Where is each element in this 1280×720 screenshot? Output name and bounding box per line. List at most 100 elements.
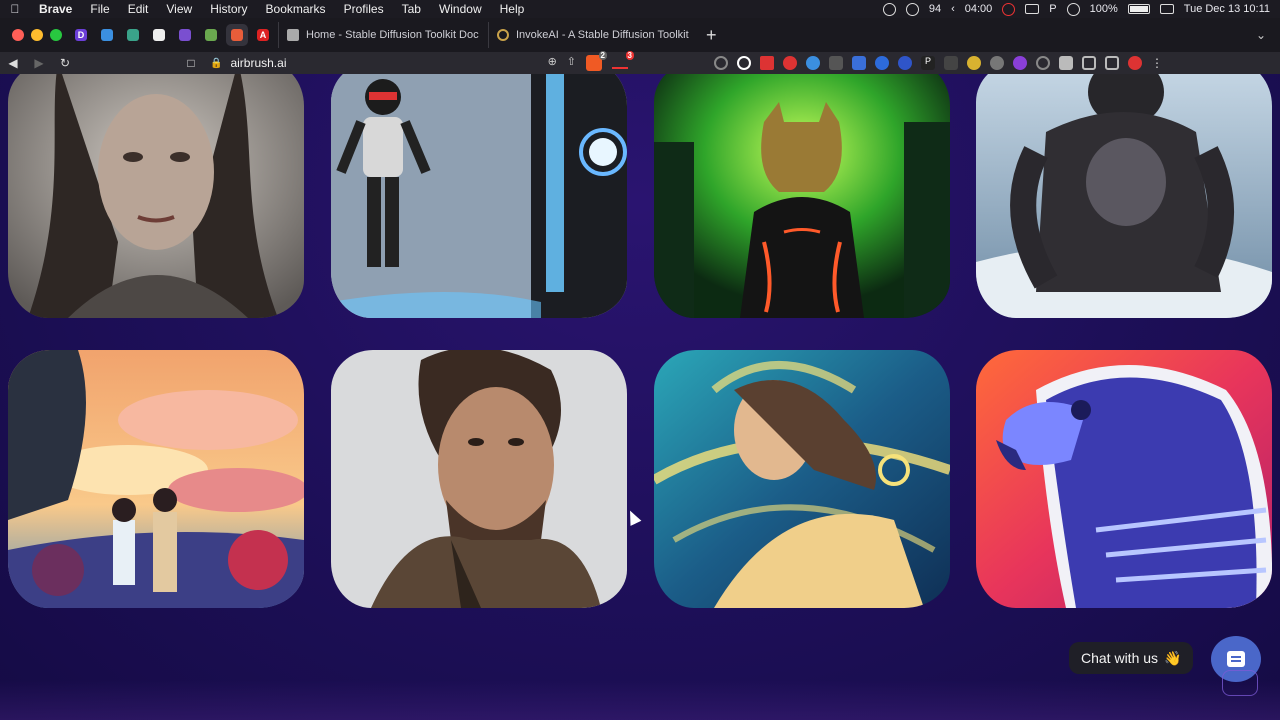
url-text[interactable]: airbrush.ai xyxy=(230,56,286,70)
close-window-button[interactable] xyxy=(12,29,24,41)
gallery-image-man-portrait[interactable] xyxy=(331,350,627,608)
gallery-image-astronaut-figure[interactable] xyxy=(331,74,627,318)
grey-extension-icon[interactable] xyxy=(944,56,958,70)
menu-help[interactable]: Help xyxy=(491,2,534,16)
tab-search-chevron-icon[interactable]: ⌄ xyxy=(1256,28,1266,42)
new-tab-plus-icon[interactable]: + xyxy=(706,25,717,46)
menu-bookmarks[interactable]: Bookmarks xyxy=(257,2,335,16)
gallery-image-glowing-woman[interactable] xyxy=(654,350,950,608)
bookmark-extension-icon[interactable] xyxy=(852,56,866,70)
rewards-badge: 3 xyxy=(625,51,634,60)
airbrush-icon xyxy=(231,29,243,41)
angular-icon: A xyxy=(257,29,269,41)
tray-timer[interactable]: 04:00 xyxy=(965,3,993,15)
eye-icon[interactable] xyxy=(1066,2,1080,16)
window-controls xyxy=(0,29,70,41)
chatgpt-icon xyxy=(127,29,139,41)
tab-strip: D A Home - Stable Diffusion Toolkit Doc I… xyxy=(0,18,1280,52)
pinned-tab-d[interactable]: D xyxy=(70,24,92,46)
purple-extension-icon[interactable] xyxy=(1013,56,1027,70)
minimize-window-button[interactable] xyxy=(31,29,43,41)
refresh-extension-icon[interactable] xyxy=(737,56,751,70)
sidebar-icon[interactable] xyxy=(1082,56,1096,70)
menu-file[interactable]: File xyxy=(81,2,118,16)
pinned-tab-ext[interactable] xyxy=(174,24,196,46)
gem-extension-icon[interactable] xyxy=(806,56,820,70)
lock-icon[interactable]: 🔒 xyxy=(210,58,222,69)
menu-brave[interactable]: Brave xyxy=(30,2,81,16)
menu-kebab-icon[interactable]: ⋮ xyxy=(1151,56,1163,70)
red-extension-icon[interactable] xyxy=(760,56,774,70)
record-icon[interactable] xyxy=(882,2,896,16)
pause-extension-icon[interactable] xyxy=(898,56,912,70)
clock[interactable]: Tue Dec 13 10:11 xyxy=(1184,3,1270,15)
address-bar[interactable]: 🔒 airbrush.ai ⊕ ⇧ 2 3 xyxy=(204,51,634,73)
man-portrait-image xyxy=(331,350,627,608)
macos-menubar:  Brave File Edit View History Bookmarks… xyxy=(0,0,1280,18)
ext-icon xyxy=(179,29,191,41)
puzzle-icon[interactable] xyxy=(1059,56,1073,70)
check-circle-icon[interactable] xyxy=(905,2,919,16)
apple-menu-icon[interactable]:  xyxy=(0,2,30,16)
chat-with-us-bubble[interactable]: Chat with us 👋 xyxy=(1069,642,1194,674)
p-extension-icon[interactable]: P xyxy=(921,56,935,70)
battery-percent: 100% xyxy=(1089,3,1118,15)
menu-profiles[interactable]: Profiles xyxy=(335,2,393,16)
menu-edit[interactable]: Edit xyxy=(119,2,158,16)
p-icon[interactable]: P xyxy=(1049,3,1056,15)
bookmark-icon[interactable]: □ xyxy=(178,56,204,70)
invokeai-icon xyxy=(497,29,509,41)
menu-window[interactable]: Window xyxy=(430,2,491,16)
image-icon xyxy=(205,29,217,41)
gallery-image-woman-portrait[interactable] xyxy=(8,74,304,318)
menu-history[interactable]: History xyxy=(201,2,256,16)
cast-icon[interactable]: ⊕ xyxy=(548,55,557,71)
pinned-tab-airbrush[interactable] xyxy=(226,24,248,46)
check-extension-icon[interactable] xyxy=(875,56,889,70)
gallery-image-anime-couple-sunset[interactable] xyxy=(8,350,304,608)
gallery-image-neon-cheetah[interactable] xyxy=(654,74,950,318)
shields-badge: 2 xyxy=(598,51,607,60)
github-icon xyxy=(153,29,165,41)
vpn-extension-icon[interactable] xyxy=(714,56,728,70)
battery-icon[interactable] xyxy=(1127,4,1150,14)
check-circle-extension-icon[interactable] xyxy=(1036,56,1050,70)
anime-couple-sunset-image xyxy=(8,350,304,608)
forward-arrow-icon[interactable]: ▶ xyxy=(26,56,52,70)
pinned-tab-chatgpt[interactable] xyxy=(122,24,144,46)
pinned-tab-image[interactable] xyxy=(200,24,222,46)
wallet-icon[interactable] xyxy=(1105,56,1119,70)
menu-tab[interactable]: Tab xyxy=(393,2,430,16)
airbrush-page: Chat with us 👋 xyxy=(0,74,1280,720)
tray-badge-count: 94 xyxy=(928,3,942,15)
menu-view[interactable]: View xyxy=(157,2,201,16)
control-center-icon[interactable] xyxy=(1159,4,1174,14)
gallery-image-eagle-illustration[interactable] xyxy=(976,350,1272,608)
zoom-window-button[interactable] xyxy=(50,29,62,41)
tab-stable-diffusion-docs[interactable]: Home - Stable Diffusion Toolkit Doc xyxy=(278,22,484,48)
back-arrow-icon[interactable]: ◀ xyxy=(0,56,26,70)
share-icon[interactable]: ⇧ xyxy=(567,55,576,71)
stop-record-icon[interactable] xyxy=(1002,2,1016,16)
yellow-extension-icon[interactable] xyxy=(967,56,981,70)
tab-invokeai[interactable]: InvokeAI - A Stable Diffusion Toolkit xyxy=(488,22,694,48)
chevron-left-icon[interactable]: ‹ xyxy=(951,3,955,15)
pinned-tab-gem[interactable] xyxy=(96,24,118,46)
brave-shields-icon[interactable]: 2 xyxy=(586,51,607,71)
astronaut-figure-image xyxy=(331,74,627,318)
glasses-extension-icon[interactable] xyxy=(990,56,1004,70)
chat-icon xyxy=(1227,651,1245,667)
pinned-tab-github[interactable] xyxy=(148,24,170,46)
stop-extension-icon[interactable] xyxy=(783,56,797,70)
gem-icon xyxy=(101,29,113,41)
reload-icon[interactable]: ↻ xyxy=(52,56,78,70)
gorilla-image xyxy=(976,74,1272,318)
gallery-image-gorilla[interactable] xyxy=(976,74,1272,318)
pinned-tab-angular[interactable]: A xyxy=(252,24,274,46)
brave-rewards-icon[interactable]: 3 xyxy=(612,51,634,69)
keyboard-icon[interactable] xyxy=(1025,4,1040,14)
profile-avatar-icon[interactable] xyxy=(1128,56,1142,70)
woman-portrait-image xyxy=(8,74,304,318)
feather-extension-icon[interactable] xyxy=(829,56,843,70)
address-bar-actions: ⊕ ⇧ 2 3 xyxy=(548,51,634,71)
